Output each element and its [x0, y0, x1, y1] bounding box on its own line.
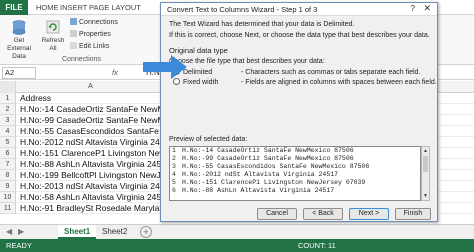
preview-row-text: H.No:-14 CasadeOrtiz SantaFe NewMexico 8… — [182, 147, 354, 154]
preview-row-text: H.No:-88 AshLn Altavista Virginia 24517 — [182, 187, 335, 194]
properties-label: Properties — [79, 31, 111, 38]
preview-row-text: H.No:-99 CasadeOrtiz SantaFe NewMexico 8… — [182, 155, 354, 162]
cell-a7[interactable]: H.No:-88 AshLn Altavista Virginia 245 — [20, 159, 161, 170]
preview-scrollbar[interactable]: ▲ ▼ — [421, 146, 430, 201]
name-box[interactable]: A2 — [2, 67, 36, 79]
next-button[interactable]: Next > — [349, 208, 389, 220]
delimited-label: Delimited — [183, 69, 213, 76]
cell-a3[interactable]: H.No:-99 CasadeOrtiz SantaFe NewMex — [20, 115, 174, 126]
cell-a9[interactable]: H.No:-2013 ndSt Altavista Virginia 24 — [20, 181, 160, 192]
preview-row-text: H.No:-2012 ndSt Altavista Virginia 24517 — [182, 171, 339, 178]
cell-a11[interactable]: H.No:-91 BradleySt Rosedale Marylanc — [20, 203, 168, 214]
row-header[interactable]: 3 — [0, 115, 16, 126]
help-icon[interactable]: ? — [411, 4, 415, 13]
tab-insert[interactable]: INSERT — [60, 0, 87, 15]
edit-links-label: Edit Links — [79, 43, 110, 50]
row-header[interactable]: 6 — [0, 148, 16, 159]
dialog-info-line2: If this is correct, choose Next, or choo… — [169, 32, 430, 39]
tab-sheet1[interactable]: Sheet1 — [58, 225, 97, 239]
delimited-option[interactable]: Delimited - Characters such as commas or … — [173, 68, 420, 77]
callout-arrow-icon — [143, 55, 187, 79]
row-header[interactable]: 1 — [0, 93, 16, 104]
preview-row: 6 H.No:-88 AshLn Altavista Virginia 24517 — [170, 187, 420, 195]
connections-label: Connections — [79, 19, 118, 26]
cell-a5[interactable]: H.No:-2012 ndSt Altavista Virginia 24 — [20, 137, 160, 148]
row-header[interactable]: 5 — [0, 137, 16, 148]
row-header[interactable]: 4 — [0, 126, 16, 137]
preview-row-number: 5 — [172, 179, 176, 186]
preview-row: 4 H.No:-2012 ndSt Altavista Virginia 2451… — [170, 171, 420, 179]
sheet-prev-icon[interactable]: ◀ — [6, 227, 12, 236]
preview-row-text: H.No:-55 CasasEscondidos SantaFe NewMexi… — [182, 163, 370, 170]
delimited-desc: - Characters such as commas or tabs sepa… — [241, 69, 421, 76]
cell-a4[interactable]: H.No:-55 CasasEscondidos SantaFe Ne — [20, 126, 172, 137]
get-external-data-button[interactable]: Get External Data — [4, 19, 34, 61]
sheet-bar: ◀ ▶ Sheet1 Sheet2 + — [0, 224, 474, 239]
fixed-width-desc: - Fields are aligned in columns with spa… — [241, 79, 437, 86]
cell-a8[interactable]: H.No:-199 BellcoftPl Livingston NewJe — [20, 170, 166, 181]
select-all-corner[interactable] — [0, 81, 16, 93]
cell-a1[interactable]: Address — [20, 93, 51, 104]
row-header[interactable]: 10 — [0, 192, 16, 203]
dialog-info-line1: The Text Wizard has determined that your… — [169, 21, 355, 28]
preview-row-number: 3 — [172, 163, 176, 170]
status-bar: READY COUNT: 11 — [0, 239, 474, 252]
preview-row-text: H.No:-151 ClarenceP1 Livingston NewJerse… — [182, 179, 366, 186]
connections-group-label: Connections — [62, 56, 101, 63]
tab-home[interactable]: HOME — [36, 0, 59, 15]
cancel-button[interactable]: Cancel — [257, 208, 297, 220]
status-count: COUNT: 11 — [298, 241, 336, 250]
row-header[interactable]: 7 — [0, 159, 16, 170]
fixed-width-radio[interactable] — [173, 78, 180, 85]
back-button[interactable]: < Back — [303, 208, 343, 220]
scroll-up-icon[interactable]: ▲ — [422, 147, 429, 155]
fixed-width-label: Fixed width — [183, 79, 219, 86]
cell-a10[interactable]: H.No:-58 AshLn Altavista Virginia 245 — [20, 192, 161, 203]
properties-button[interactable]: Properties — [70, 30, 111, 39]
refresh-icon — [46, 20, 60, 34]
group-prompt: Choose the file type that best describes… — [169, 58, 325, 65]
original-data-type-title: Original data type — [169, 46, 228, 55]
add-sheet-button[interactable]: + — [140, 226, 152, 238]
preview-label: Preview of selected data: — [169, 136, 248, 143]
properties-icon — [70, 30, 77, 37]
preview-row: 5 H.No:-151 ClarenceP1 Livingston NewJers… — [170, 179, 420, 187]
scroll-down-icon[interactable]: ▼ — [422, 192, 429, 200]
tab-page-layout[interactable]: PAGE LAYOUT — [89, 0, 141, 15]
scroll-thumb[interactable] — [423, 156, 428, 172]
database-icon — [12, 20, 26, 35]
edit-links-button[interactable]: Edit Links — [70, 42, 109, 51]
connections-icon — [70, 18, 77, 25]
preview-row-number: 6 — [172, 187, 176, 194]
sheet-next-icon[interactable]: ▶ — [18, 227, 24, 236]
preview-row-number: 2 — [172, 155, 176, 162]
tab-file[interactable]: FILE — [0, 0, 28, 15]
preview-row: 3 H.No:-55 CasasEscondidos SantaFe NewMex… — [170, 163, 420, 171]
cell-a2[interactable]: H.No:-14 CasadeOrtiz SantaFe NewMex — [20, 104, 174, 115]
column-header-a[interactable]: A — [16, 81, 166, 93]
row-header[interactable]: 11 — [0, 203, 16, 214]
fx-icon[interactable]: fx — [112, 66, 118, 80]
row-header[interactable]: 9 — [0, 181, 16, 192]
refresh-all-button[interactable]: Refresh All — [38, 19, 68, 53]
get-external-data-label: Get External Data — [7, 37, 31, 60]
status-mode: READY — [6, 241, 32, 250]
row-header[interactable]: 8 — [0, 170, 16, 181]
text-to-columns-dialog: Convert Text to Columns Wizard - Step 1 … — [160, 2, 438, 222]
tab-sheet2[interactable]: Sheet2 — [96, 225, 133, 239]
preview-row: 1 H.No:-14 CasadeOrtiz SantaFe NewMexico … — [170, 147, 420, 155]
data-preview[interactable]: 1 H.No:-14 CasadeOrtiz SantaFe NewMexico … — [169, 146, 421, 201]
preview-row: 2 H.No:-99 CasadeOrtiz SantaFe NewMexico … — [170, 155, 420, 163]
fixed-width-option[interactable]: Fixed width - Fields are aligned in colum… — [173, 78, 437, 87]
refresh-all-label: Refresh All — [41, 37, 65, 52]
preview-row-number: 1 — [172, 147, 176, 154]
dialog-title: Convert Text to Columns Wizard - Step 1 … — [161, 3, 437, 16]
cell-a6[interactable]: H.No:-151 ClarenceP1 Livingston NewJ — [20, 148, 170, 159]
finish-button[interactable]: Finish — [395, 208, 431, 220]
row-header[interactable]: 2 — [0, 104, 16, 115]
close-icon[interactable]: ✕ — [423, 3, 431, 14]
preview-row-number: 4 — [172, 171, 176, 178]
edit-links-icon — [70, 42, 77, 49]
connections-button[interactable]: Connections — [70, 18, 118, 27]
